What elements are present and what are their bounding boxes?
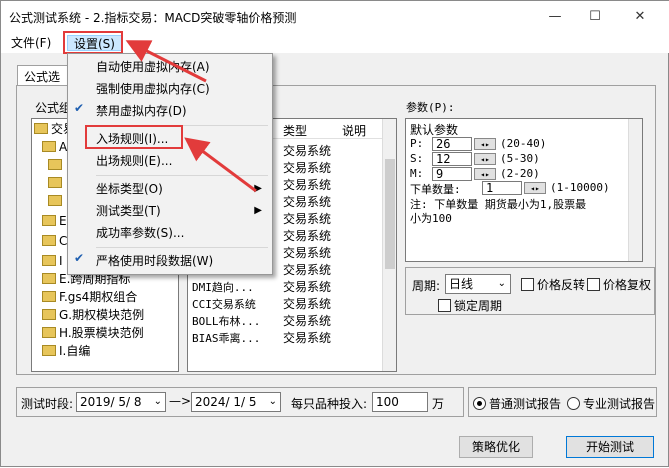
arrow-to-entry-rules	[184, 137, 257, 193]
main-window: 公式测试系统 - 2.指标交易：MACD突破零轴价格预测 — ☐ ✕ 文件(F)…	[0, 0, 669, 467]
annotation-arrows	[125, 40, 257, 193]
arrow-to-settings	[125, 40, 207, 83]
